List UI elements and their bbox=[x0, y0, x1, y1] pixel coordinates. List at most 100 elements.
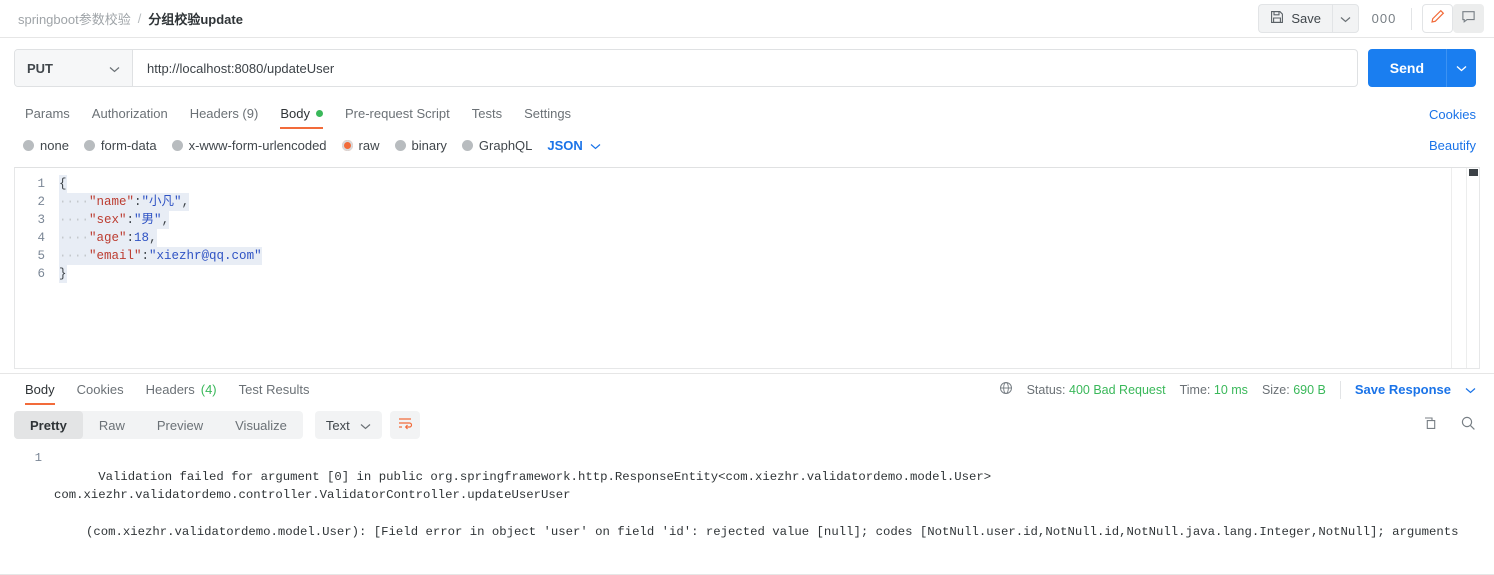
save-response-button[interactable]: Save Response bbox=[1355, 382, 1451, 397]
line-text: } bbox=[59, 265, 67, 283]
body-format-selector[interactable]: JSON bbox=[547, 138, 601, 153]
status-text: Status: 400 Bad Request bbox=[1027, 383, 1166, 397]
edit-mode-button[interactable] bbox=[1422, 4, 1453, 33]
toolbar-divider bbox=[1411, 7, 1412, 30]
chevron-down-icon[interactable] bbox=[1465, 383, 1476, 397]
editor-scrollbar-thumb[interactable] bbox=[1469, 169, 1478, 176]
json-colon: : bbox=[134, 195, 142, 209]
radio-selected-icon bbox=[341, 139, 353, 151]
body-option-graphql[interactable]: GraphQL bbox=[461, 138, 532, 153]
tab-authorization[interactable]: Authorization bbox=[81, 98, 179, 129]
tab-body[interactable]: Body bbox=[269, 98, 334, 129]
body-option-binary[interactable]: binary bbox=[394, 137, 447, 153]
tab-label: Body bbox=[280, 106, 310, 121]
save-button[interactable]: Save bbox=[1258, 4, 1332, 33]
body-option-label: binary bbox=[411, 137, 447, 153]
chevron-down-icon bbox=[1456, 59, 1467, 77]
response-body[interactable]: 1 Validation failed for argument [0] in … bbox=[0, 445, 1494, 575]
json-key: "email" bbox=[89, 249, 142, 263]
line-text: { bbox=[59, 175, 67, 193]
json-value: 18 bbox=[134, 231, 150, 245]
json-comma: , bbox=[181, 195, 190, 209]
response-tab-body[interactable]: Body bbox=[14, 374, 66, 405]
request-body-editor[interactable]: 1 { 2 ····"name":"小凡", 3 ····"sex":"男", … bbox=[14, 167, 1480, 369]
comments-button[interactable] bbox=[1453, 4, 1484, 33]
save-button-label: Save bbox=[1291, 11, 1321, 26]
headers-count: (4) bbox=[200, 382, 217, 397]
time-label: Time: bbox=[1179, 382, 1211, 397]
beautify-link[interactable]: Beautify bbox=[1429, 138, 1476, 153]
topbar-actions: Save 000 bbox=[1258, 4, 1484, 33]
breadcrumb-parent[interactable]: springboot参数校验 bbox=[18, 9, 131, 28]
editor-scrollbar[interactable] bbox=[1466, 168, 1479, 368]
body-option-none[interactable]: none bbox=[23, 138, 69, 153]
breadcrumb-separator: / bbox=[137, 11, 142, 26]
response-text-line-1: Validation failed for argument [0] in pu… bbox=[54, 469, 999, 503]
cookies-link[interactable]: Cookies bbox=[1429, 107, 1476, 129]
response-tab-test-results[interactable]: Test Results bbox=[228, 374, 321, 405]
body-has-content-dot bbox=[315, 110, 323, 117]
json-colon: : bbox=[126, 231, 135, 245]
body-option-label: x-www-form-urlencoded bbox=[188, 137, 327, 153]
copy-icon[interactable] bbox=[1422, 415, 1438, 436]
send-dropdown-button[interactable] bbox=[1446, 49, 1476, 87]
size-text: Size: 690 B bbox=[1262, 383, 1326, 397]
view-mode-raw[interactable]: Raw bbox=[83, 411, 141, 439]
size-value: 690 B bbox=[1293, 382, 1326, 397]
time-text: Time: 10 ms bbox=[1180, 383, 1248, 397]
tab-headers[interactable]: Headers (9) bbox=[179, 98, 270, 129]
radio-icon bbox=[171, 139, 183, 151]
response-tabs-bar: Body Cookies Headers (4) Test Results St… bbox=[0, 373, 1494, 405]
word-wrap-icon bbox=[397, 416, 413, 435]
line-number: 5 bbox=[37, 249, 45, 263]
line-number: 2 bbox=[37, 195, 45, 209]
indent-guide: ···· bbox=[59, 195, 90, 209]
chevron-down-icon bbox=[1340, 10, 1351, 28]
more-options-button[interactable]: 000 bbox=[1367, 4, 1401, 33]
view-mode-pretty[interactable]: Pretty bbox=[14, 411, 83, 439]
tab-settings[interactable]: Settings bbox=[513, 98, 582, 129]
response-tab-cookies[interactable]: Cookies bbox=[66, 374, 135, 405]
save-group: Save bbox=[1258, 4, 1359, 33]
json-key: "name" bbox=[89, 195, 135, 209]
save-dropdown-button[interactable] bbox=[1332, 4, 1359, 33]
json-comma: , bbox=[149, 231, 157, 245]
tab-pre-request-script[interactable]: Pre-request Script bbox=[334, 98, 461, 129]
body-option-raw[interactable]: raw bbox=[341, 138, 380, 153]
response-tab-headers[interactable]: Headers (4) bbox=[135, 374, 228, 405]
tab-label: Params bbox=[25, 106, 70, 121]
json-key: "sex" bbox=[89, 213, 127, 227]
tab-params[interactable]: Params bbox=[14, 98, 81, 129]
line-number: 1 bbox=[37, 177, 45, 191]
send-button[interactable]: Send bbox=[1367, 49, 1446, 87]
response-text: Validation failed for argument [0] in pu… bbox=[54, 449, 1474, 575]
code-line: 1 { bbox=[15, 175, 1479, 193]
method-selector[interactable]: PUT bbox=[15, 50, 133, 86]
url-input[interactable]: http://localhost:8080/updateUser bbox=[133, 50, 1357, 86]
body-option-x-www-form-urlencoded[interactable]: x-www-form-urlencoded bbox=[171, 137, 327, 153]
code-line: 5 ····"email":"xiezhr@qq.com" bbox=[15, 247, 1479, 265]
tab-label: Test Results bbox=[238, 382, 310, 397]
search-icon[interactable] bbox=[1460, 415, 1476, 436]
view-mode-preview[interactable]: Preview bbox=[141, 411, 219, 439]
pencil-icon bbox=[1430, 9, 1445, 29]
tab-label: Tests bbox=[471, 106, 503, 121]
json-value: "男" bbox=[134, 213, 162, 227]
code-line: 2 ····"name":"小凡", bbox=[15, 193, 1479, 211]
line-text: ····"sex":"男", bbox=[59, 211, 170, 229]
response-view-modes: Pretty Raw Preview Visualize bbox=[14, 411, 303, 439]
tab-tests[interactable]: Tests bbox=[461, 98, 513, 129]
indent-guide: ···· bbox=[59, 231, 90, 245]
indent-guide: ···· bbox=[59, 249, 90, 263]
floppy-disk-icon bbox=[1270, 10, 1284, 27]
response-content-type-selector[interactable]: Text bbox=[314, 411, 382, 439]
line-text: ····"age":18, bbox=[59, 229, 157, 247]
globe-icon bbox=[999, 381, 1013, 398]
json-comma: , bbox=[161, 213, 170, 227]
json-value: "xiezhr@qq.com" bbox=[149, 249, 262, 263]
body-option-form-data[interactable]: form-data bbox=[83, 138, 157, 153]
word-wrap-button[interactable] bbox=[389, 411, 420, 439]
view-mode-visualize[interactable]: Visualize bbox=[219, 411, 303, 439]
radio-icon bbox=[83, 139, 95, 151]
breadcrumb-current[interactable]: 分组校验update bbox=[148, 9, 243, 28]
